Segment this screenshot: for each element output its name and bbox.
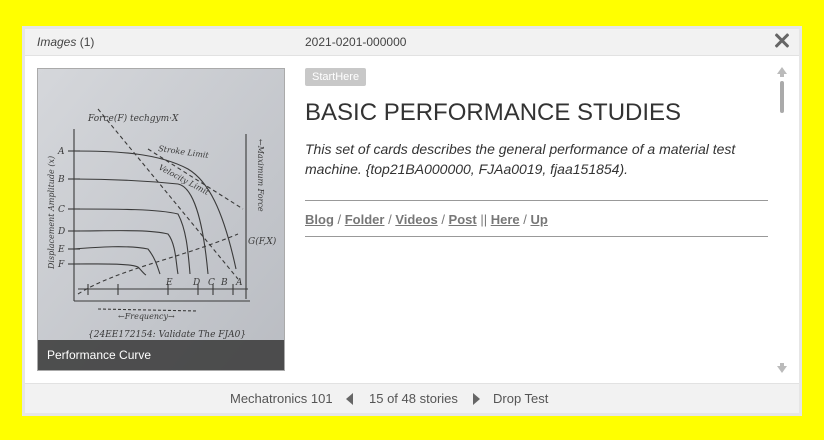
vertical-scrollbar[interactable] bbox=[777, 67, 787, 373]
story-counter: 15 of 48 stories bbox=[369, 391, 458, 406]
sketch-top-label: Force(F) techgym·X bbox=[87, 113, 179, 124]
image-caption: Performance Curve bbox=[38, 340, 284, 370]
here-link[interactable]: Here bbox=[491, 212, 520, 227]
folder-link[interactable]: Folder bbox=[345, 212, 385, 227]
videos-link[interactable]: Videos bbox=[395, 212, 437, 227]
link-separator: / bbox=[384, 212, 396, 227]
sketch-frequency: ←Frequency→ bbox=[118, 312, 175, 321]
performance-curve-image[interactable]: Force(F) techgym·X Stroke Limit Velocity… bbox=[37, 68, 285, 371]
images-word: Images bbox=[37, 35, 77, 49]
link-separator: / bbox=[519, 212, 531, 227]
sketch-letter: B bbox=[220, 278, 228, 288]
link-separator: || bbox=[476, 212, 491, 227]
sketch-left-axis: Displacement Amplitude (x) bbox=[47, 156, 56, 270]
sketch-letter: A bbox=[57, 147, 65, 157]
story-description: This set of cards describes the general … bbox=[305, 141, 736, 177]
previous-arrow-icon[interactable] bbox=[346, 393, 353, 405]
sketch-letter: E bbox=[165, 278, 173, 288]
images-count: (1) bbox=[79, 35, 95, 49]
story-links: Blog / Folder / Videos / Post || Here / … bbox=[305, 212, 548, 227]
close-icon[interactable] bbox=[771, 30, 793, 52]
sketch-letter: E bbox=[57, 245, 65, 255]
scroll-up-arrow-icon[interactable] bbox=[777, 67, 787, 77]
up-link[interactable]: Up bbox=[530, 212, 547, 227]
card-header: Images (1) 2021-0201-000000 bbox=[25, 29, 799, 56]
next-story-link[interactable]: Drop Test bbox=[493, 391, 548, 406]
previous-story-link[interactable]: Mechatronics 101 bbox=[230, 391, 333, 406]
story-navigation: Mechatronics 101 15 of 48 stories Drop T… bbox=[25, 383, 799, 413]
record-id: 2021-0201-000000 bbox=[305, 35, 407, 49]
link-separator: / bbox=[437, 212, 449, 227]
scroll-thumb[interactable] bbox=[780, 81, 784, 113]
blog-link[interactable]: Blog bbox=[305, 212, 334, 227]
sketch-letter: B bbox=[57, 175, 65, 185]
sketch-letter: D bbox=[57, 227, 65, 237]
next-arrow-icon[interactable] bbox=[473, 393, 480, 405]
sketch-letter: C bbox=[208, 278, 215, 288]
story-card: Images (1) 2021-0201-000000 Force(F) tec… bbox=[22, 26, 802, 416]
images-count-label[interactable]: Images (1) bbox=[37, 35, 94, 49]
page-title: BASIC PERFORMANCE STUDIES bbox=[305, 99, 682, 126]
scroll-down-arrow-icon[interactable] bbox=[777, 363, 787, 373]
sketch-right-axis: ←Maximum Force bbox=[256, 139, 265, 212]
sketch-letter: C bbox=[58, 205, 65, 215]
sketch-letter: F bbox=[57, 260, 65, 270]
divider bbox=[305, 200, 768, 201]
sketch-letter: A bbox=[235, 278, 243, 288]
sketch-letter: D bbox=[192, 278, 200, 288]
link-separator: / bbox=[333, 212, 345, 227]
post-link[interactable]: Post bbox=[449, 212, 477, 227]
sketch-drawing: Force(F) techgym·X Stroke Limit Velocity… bbox=[38, 69, 284, 370]
sketch-bottom-note: {24EE172154: Validate The FJA0} bbox=[88, 330, 246, 340]
start-here-tag[interactable]: StartHere bbox=[305, 68, 367, 86]
sketch-g-label: G(F,X) bbox=[248, 236, 277, 247]
divider bbox=[305, 236, 768, 237]
